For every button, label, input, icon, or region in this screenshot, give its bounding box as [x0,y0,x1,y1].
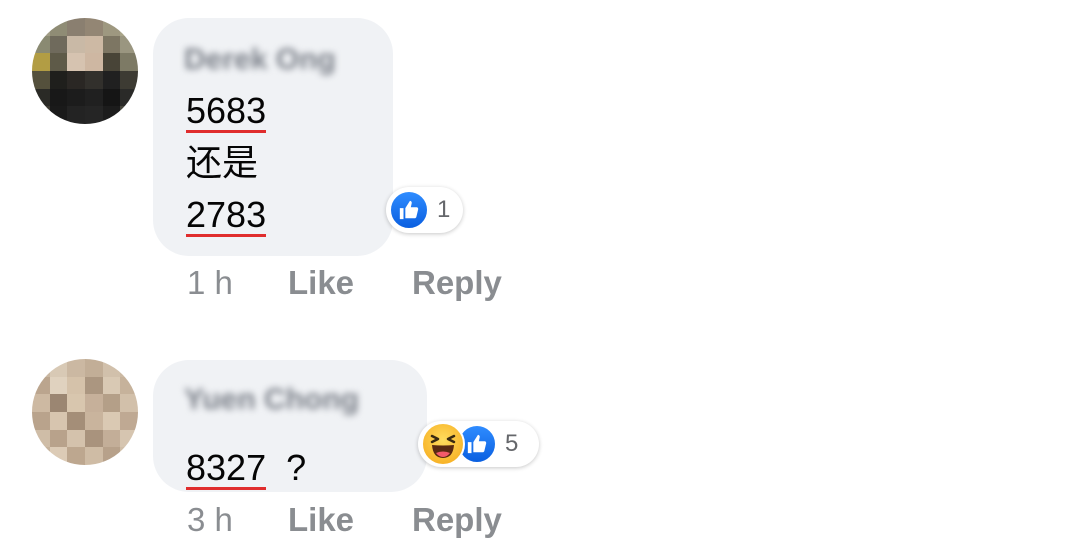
comment-item: Yuen Chong 8327? 5 3 h Like Reply [0,345,1080,548]
like-reaction-icon [389,190,429,230]
reply-button[interactable]: Reply [412,263,502,303]
comment-suffix: ? [286,447,307,488]
haha-reaction-icon [421,422,465,466]
reaction-summary[interactable]: 5 [418,421,539,467]
comment-text-line: 还是 [186,142,259,183]
comment-bubble[interactable]: Yuen Chong 8327? [153,360,427,492]
comment-text: 5683 还是 2783 [186,85,267,241]
author-name[interactable]: Yuen Chong [184,382,359,418]
timestamp[interactable]: 3 h [187,500,233,540]
reaction-count: 5 [505,430,519,457]
underlined-number: 8327 [186,447,267,490]
author-name[interactable]: Derek Ong [184,42,336,78]
avatar[interactable] [32,18,138,124]
underlined-number: 2783 [186,194,267,237]
comment-bubble[interactable]: Derek Ong 5683 还是 2783 [153,18,393,256]
timestamp[interactable]: 1 h [187,263,233,303]
like-button[interactable]: Like [288,500,354,540]
underlined-number: 5683 [186,90,267,133]
reply-button[interactable]: Reply [412,500,502,540]
like-button[interactable]: Like [288,263,354,303]
avatar[interactable] [32,359,138,465]
comment-text: 8327? [186,442,306,494]
reaction-summary[interactable]: 1 [386,187,463,233]
comment-item: Derek Ong 5683 还是 2783 1 1 h Like Reply [0,0,1080,320]
reaction-count: 1 [437,196,451,223]
